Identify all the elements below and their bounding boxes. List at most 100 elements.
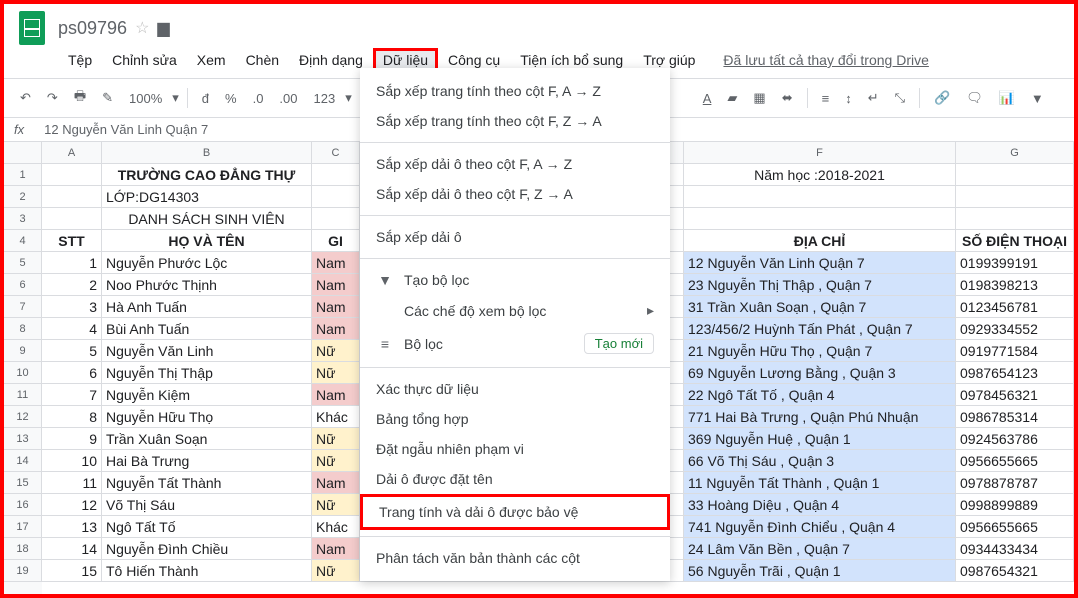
- cell-addr[interactable]: 11 Nguyễn Tất Thành , Quận 1: [684, 472, 956, 494]
- menu-data-validation[interactable]: Xác thực dữ liệu: [360, 374, 670, 404]
- cell-name[interactable]: Nguyễn Hữu Thọ: [102, 406, 312, 428]
- menu-insert[interactable]: Chèn: [236, 48, 289, 72]
- formula-input[interactable]: 12 Nguyễn Văn Linh Quận 7: [44, 122, 208, 137]
- text-color-icon[interactable]: A: [697, 87, 718, 110]
- menu-sort-sheet-az[interactable]: Sắp xếp trang tính theo cột F, A → Z: [360, 76, 670, 106]
- row-header[interactable]: 18: [4, 538, 42, 560]
- cell-stt[interactable]: 13: [42, 516, 102, 538]
- cell-addr[interactable]: 69 Nguyễn Lương Bằng , Quận 3: [684, 362, 956, 384]
- row-header[interactable]: 12: [4, 406, 42, 428]
- cell-addr[interactable]: 56 Nguyễn Trãi , Quận 1: [684, 560, 956, 582]
- row-header[interactable]: 7: [4, 296, 42, 318]
- borders-icon[interactable]: ▦: [747, 86, 771, 110]
- currency-btn[interactable]: đ: [196, 87, 215, 110]
- title-cell[interactable]: TRƯỜNG CAO ĐẲNG THỰ: [102, 164, 312, 186]
- cell-name[interactable]: Võ Thị Sáu: [102, 494, 312, 516]
- zoom-select[interactable]: 100%: [123, 91, 168, 106]
- cell-stt[interactable]: 12: [42, 494, 102, 516]
- cell-stt[interactable]: 3: [42, 296, 102, 318]
- cell-addr[interactable]: 33 Hoàng Diệu , Quận 4: [684, 494, 956, 516]
- menu-randomize[interactable]: Đặt ngẫu nhiên phạm vi: [360, 434, 670, 464]
- cell[interactable]: [312, 186, 360, 208]
- cell[interactable]: [42, 208, 102, 230]
- cell-gender[interactable]: Khác: [312, 406, 360, 428]
- cell[interactable]: [956, 208, 1074, 230]
- numfmt-caret-icon[interactable]: ▾: [345, 90, 352, 106]
- year-cell[interactable]: Năm học :2018-2021: [684, 164, 956, 186]
- class-cell[interactable]: LỚP:DG14303: [102, 186, 312, 208]
- cell-stt[interactable]: 15: [42, 560, 102, 582]
- menu-named-ranges[interactable]: Dải ô được đặt tên: [360, 464, 670, 494]
- row-header[interactable]: 13: [4, 428, 42, 450]
- valign-icon[interactable]: ↕: [839, 87, 858, 110]
- cell-name[interactable]: Nguyễn Đình Chiều: [102, 538, 312, 560]
- save-status[interactable]: Đã lưu tất cả thay đổi trong Drive: [713, 48, 938, 72]
- cell-gender[interactable]: Nữ: [312, 428, 360, 450]
- cell-name[interactable]: Nguyễn Phước Lộc: [102, 252, 312, 274]
- cell-gender[interactable]: Nữ: [312, 450, 360, 472]
- menu-edit[interactable]: Chỉnh sửa: [102, 48, 187, 72]
- col-header-g[interactable]: G: [956, 142, 1074, 164]
- dec-increase-btn[interactable]: .00: [273, 87, 303, 110]
- percent-btn[interactable]: %: [219, 87, 243, 110]
- cell-gender[interactable]: Nam: [312, 472, 360, 494]
- zoom-caret-icon[interactable]: ▾: [172, 90, 179, 106]
- cell-phone[interactable]: 0956655665: [956, 450, 1074, 472]
- menu-view[interactable]: Xem: [187, 48, 236, 72]
- cell[interactable]: [42, 164, 102, 186]
- folder-icon[interactable]: ▆: [157, 18, 169, 38]
- cell[interactable]: [684, 208, 956, 230]
- cell-stt[interactable]: 2: [42, 274, 102, 296]
- doc-title[interactable]: ps09796: [58, 18, 127, 39]
- row-header[interactable]: 3: [4, 208, 42, 230]
- row-header[interactable]: 17: [4, 516, 42, 538]
- rotate-icon[interactable]: ⤡: [889, 86, 911, 110]
- col-header-b[interactable]: B: [102, 142, 312, 164]
- cell-phone[interactable]: 0924563786: [956, 428, 1074, 450]
- cell-phone[interactable]: 0998899889: [956, 494, 1074, 516]
- cell[interactable]: [956, 164, 1074, 186]
- hdr-name[interactable]: HỌ VÀ TÊN: [102, 230, 312, 252]
- undo-icon[interactable]: ↶: [14, 86, 37, 110]
- row-header[interactable]: 15: [4, 472, 42, 494]
- cell-gender[interactable]: Nam: [312, 384, 360, 406]
- hdr-addr[interactable]: ĐỊA CHỈ: [684, 230, 956, 252]
- cell-addr[interactable]: 24 Lâm Văn Bền , Quận 7: [684, 538, 956, 560]
- cell-gender[interactable]: Nam: [312, 252, 360, 274]
- hdr-gender[interactable]: GI: [312, 230, 360, 252]
- cell-name[interactable]: Nguyễn Kiệm: [102, 384, 312, 406]
- chart-icon[interactable]: 📊: [993, 86, 1021, 110]
- cell-stt[interactable]: 4: [42, 318, 102, 340]
- cell-addr[interactable]: 66 Võ Thị Sáu , Quận 3: [684, 450, 956, 472]
- cell-phone[interactable]: 0987654123: [956, 362, 1074, 384]
- row-header[interactable]: 9: [4, 340, 42, 362]
- cell-name[interactable]: Tô Hiến Thành: [102, 560, 312, 582]
- cell-addr[interactable]: 123/456/2 Huỳnh Tấn Phát , Quận 7: [684, 318, 956, 340]
- menu-split-text[interactable]: Phân tách văn bản thành các cột: [360, 543, 670, 573]
- cell-phone[interactable]: 0198398213: [956, 274, 1074, 296]
- menu-sort-range-za[interactable]: Sắp xếp dải ô theo cột F, Z → A: [360, 179, 670, 209]
- cell-addr[interactable]: 31 Trần Xuân Soạn , Quận 7: [684, 296, 956, 318]
- merge-icon[interactable]: ⬌: [776, 86, 799, 110]
- cell-addr[interactable]: 741 Nguyễn Đình Chiểu , Quận 4: [684, 516, 956, 538]
- cell-addr[interactable]: 22 Ngô Tất Tố , Quận 4: [684, 384, 956, 406]
- cell-gender[interactable]: Nam: [312, 318, 360, 340]
- cell-name[interactable]: Nguyễn Tất Thành: [102, 472, 312, 494]
- list-title-cell[interactable]: DANH SÁCH SINH VIÊN: [102, 208, 312, 230]
- hdr-phone[interactable]: SỐ ĐIỆN THOẠI: [956, 230, 1074, 252]
- row-header[interactable]: 5: [4, 252, 42, 274]
- cell-stt[interactable]: 7: [42, 384, 102, 406]
- cell[interactable]: [956, 186, 1074, 208]
- menu-file[interactable]: Tệp: [58, 48, 102, 72]
- cell-stt[interactable]: 10: [42, 450, 102, 472]
- fill-color-icon[interactable]: ▰: [721, 86, 743, 110]
- cell-gender[interactable]: Nữ: [312, 340, 360, 362]
- hdr-stt[interactable]: STT: [42, 230, 102, 252]
- filter-icon[interactable]: ▼: [1025, 87, 1050, 110]
- row-header[interactable]: 16: [4, 494, 42, 516]
- cell-stt[interactable]: 1: [42, 252, 102, 274]
- row-header[interactable]: 10: [4, 362, 42, 384]
- cell-name[interactable]: Hai Bà Trưng: [102, 450, 312, 472]
- link-icon[interactable]: 🔗: [928, 86, 956, 110]
- cell-name[interactable]: Bùi Anh Tuấn: [102, 318, 312, 340]
